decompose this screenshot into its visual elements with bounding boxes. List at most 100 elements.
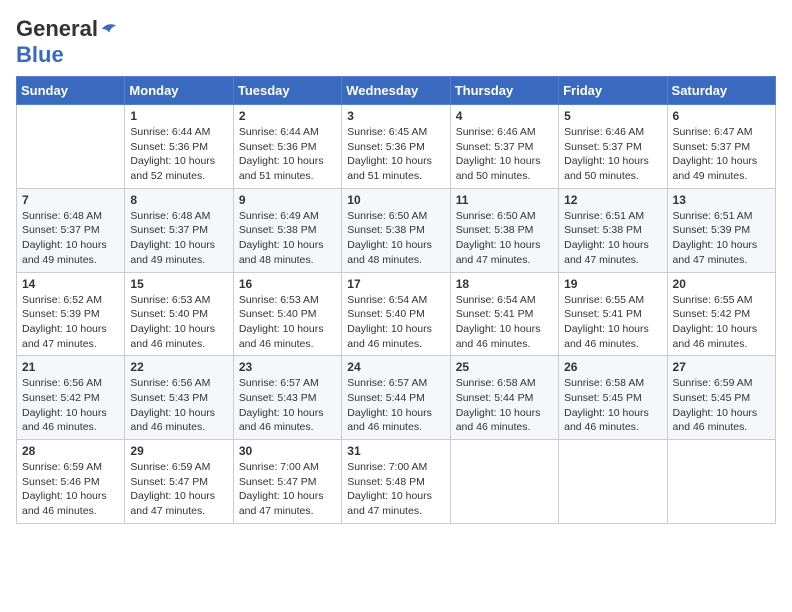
calendar-cell: 22 Sunrise: 6:56 AM Sunset: 5:43 PM Dayli…	[125, 356, 233, 440]
day-number: 26	[564, 360, 661, 374]
calendar-cell: 4Sunrise: 6:46 AM Sunset: 5:37 PM Daylig…	[450, 105, 558, 189]
day-info: Sunrise: 7:00 AM Sunset: 5:48 PM Dayligh…	[347, 460, 444, 519]
calendar-cell: 16Sunrise: 6:53 AM Sunset: 5:40 PM Dayli…	[233, 272, 341, 356]
calendar-cell: 19Sunrise: 6:55 AM Sunset: 5:41 PM Dayli…	[559, 272, 667, 356]
day-info: Sunrise: 6:47 AM Sunset: 5:37 PM Dayligh…	[673, 125, 770, 184]
calendar-cell	[450, 440, 558, 524]
day-number: 13	[673, 193, 770, 207]
day-info: Sunrise: 6:56 AM Sunset: 5:42 PM Dayligh…	[22, 376, 119, 435]
day-info: Sunrise: 6:57 AM Sunset: 5:44 PM Dayligh…	[347, 376, 444, 435]
calendar-cell: 29 Sunrise: 6:59 AM Sunset: 5:47 PM Dayli…	[125, 440, 233, 524]
calendar-week-row: 7 Sunrise: 6:48 AM Sunset: 5:37 PM Daylig…	[17, 188, 776, 272]
day-number: 2	[239, 109, 336, 123]
day-info: Sunrise: 6:57 AM Sunset: 5:43 PM Dayligh…	[239, 376, 336, 435]
day-number: 28	[22, 444, 119, 458]
calendar-week-row: 14Sunrise: 6:52 AM Sunset: 5:39 PM Dayli…	[17, 272, 776, 356]
column-header-monday: Monday	[125, 77, 233, 105]
calendar-cell: 7 Sunrise: 6:48 AM Sunset: 5:37 PM Daylig…	[17, 188, 125, 272]
day-number: 5	[564, 109, 661, 123]
day-info: Sunrise: 6:46 AM Sunset: 5:37 PM Dayligh…	[564, 125, 661, 184]
day-number: 20	[673, 277, 770, 291]
page-header: General Blue	[16, 16, 776, 68]
calendar-cell: 10 Sunrise: 6:50 AM Sunset: 5:38 PM Dayli…	[342, 188, 450, 272]
calendar-week-row: 21 Sunrise: 6:56 AM Sunset: 5:42 PM Dayli…	[17, 356, 776, 440]
column-header-wednesday: Wednesday	[342, 77, 450, 105]
calendar-cell: 18 Sunrise: 6:54 AM Sunset: 5:41 PM Dayli…	[450, 272, 558, 356]
day-info: Sunrise: 6:49 AM Sunset: 5:38 PM Dayligh…	[239, 209, 336, 268]
column-header-friday: Friday	[559, 77, 667, 105]
day-info: Sunrise: 6:59 AM Sunset: 5:45 PM Dayligh…	[673, 376, 770, 435]
day-info: Sunrise: 6:56 AM Sunset: 5:43 PM Dayligh…	[130, 376, 227, 435]
calendar-cell: 14Sunrise: 6:52 AM Sunset: 5:39 PM Dayli…	[17, 272, 125, 356]
day-number: 22	[130, 360, 227, 374]
calendar-cell: 21 Sunrise: 6:56 AM Sunset: 5:42 PM Dayli…	[17, 356, 125, 440]
calendar-cell	[559, 440, 667, 524]
day-number: 21	[22, 360, 119, 374]
day-info: Sunrise: 6:45 AM Sunset: 5:36 PM Dayligh…	[347, 125, 444, 184]
column-header-saturday: Saturday	[667, 77, 775, 105]
calendar-cell: 31Sunrise: 7:00 AM Sunset: 5:48 PM Dayli…	[342, 440, 450, 524]
calendar-cell: 26Sunrise: 6:58 AM Sunset: 5:45 PM Dayli…	[559, 356, 667, 440]
day-number: 27	[673, 360, 770, 374]
calendar-week-row: 1 Sunrise: 6:44 AM Sunset: 5:36 PM Daylig…	[17, 105, 776, 189]
calendar-cell: 17 Sunrise: 6:54 AM Sunset: 5:40 PM Dayli…	[342, 272, 450, 356]
calendar-cell	[667, 440, 775, 524]
day-info: Sunrise: 6:53 AM Sunset: 5:40 PM Dayligh…	[239, 293, 336, 352]
day-info: Sunrise: 6:46 AM Sunset: 5:37 PM Dayligh…	[456, 125, 553, 184]
day-info: Sunrise: 7:00 AM Sunset: 5:47 PM Dayligh…	[239, 460, 336, 519]
day-number: 9	[239, 193, 336, 207]
calendar-cell: 2Sunrise: 6:44 AM Sunset: 5:36 PM Daylig…	[233, 105, 341, 189]
day-number: 1	[130, 109, 227, 123]
calendar-cell: 9 Sunrise: 6:49 AM Sunset: 5:38 PM Daylig…	[233, 188, 341, 272]
day-info: Sunrise: 6:54 AM Sunset: 5:41 PM Dayligh…	[456, 293, 553, 352]
day-info: Sunrise: 6:50 AM Sunset: 5:38 PM Dayligh…	[347, 209, 444, 268]
day-info: Sunrise: 6:44 AM Sunset: 5:36 PM Dayligh…	[130, 125, 227, 184]
calendar-cell: 5 Sunrise: 6:46 AM Sunset: 5:37 PM Daylig…	[559, 105, 667, 189]
calendar-cell: 12 Sunrise: 6:51 AM Sunset: 5:38 PM Dayli…	[559, 188, 667, 272]
calendar-header-row: SundayMondayTuesdayWednesdayThursdayFrid…	[17, 77, 776, 105]
day-number: 3	[347, 109, 444, 123]
day-info: Sunrise: 6:48 AM Sunset: 5:37 PM Dayligh…	[22, 209, 119, 268]
logo-bird-icon	[100, 20, 118, 38]
day-number: 11	[456, 193, 553, 207]
day-info: Sunrise: 6:48 AM Sunset: 5:37 PM Dayligh…	[130, 209, 227, 268]
calendar-cell: 24 Sunrise: 6:57 AM Sunset: 5:44 PM Dayli…	[342, 356, 450, 440]
day-info: Sunrise: 6:52 AM Sunset: 5:39 PM Dayligh…	[22, 293, 119, 352]
day-number: 17	[347, 277, 444, 291]
day-number: 12	[564, 193, 661, 207]
calendar-cell: 1 Sunrise: 6:44 AM Sunset: 5:36 PM Daylig…	[125, 105, 233, 189]
calendar-cell: 3 Sunrise: 6:45 AM Sunset: 5:36 PM Daylig…	[342, 105, 450, 189]
day-number: 7	[22, 193, 119, 207]
day-info: Sunrise: 6:50 AM Sunset: 5:38 PM Dayligh…	[456, 209, 553, 268]
day-number: 18	[456, 277, 553, 291]
calendar-cell: 23 Sunrise: 6:57 AM Sunset: 5:43 PM Dayli…	[233, 356, 341, 440]
column-header-thursday: Thursday	[450, 77, 558, 105]
day-info: Sunrise: 6:51 AM Sunset: 5:38 PM Dayligh…	[564, 209, 661, 268]
calendar-cell: 15Sunrise: 6:53 AM Sunset: 5:40 PM Dayli…	[125, 272, 233, 356]
day-number: 24	[347, 360, 444, 374]
day-number: 25	[456, 360, 553, 374]
day-info: Sunrise: 6:54 AM Sunset: 5:40 PM Dayligh…	[347, 293, 444, 352]
day-number: 19	[564, 277, 661, 291]
day-number: 10	[347, 193, 444, 207]
logo-blue-text: Blue	[16, 42, 64, 67]
day-number: 6	[673, 109, 770, 123]
calendar-week-row: 28Sunrise: 6:59 AM Sunset: 5:46 PM Dayli…	[17, 440, 776, 524]
day-number: 23	[239, 360, 336, 374]
day-info: Sunrise: 6:59 AM Sunset: 5:47 PM Dayligh…	[130, 460, 227, 519]
calendar-table: SundayMondayTuesdayWednesdayThursdayFrid…	[16, 76, 776, 524]
calendar-cell: 30Sunrise: 7:00 AM Sunset: 5:47 PM Dayli…	[233, 440, 341, 524]
column-header-tuesday: Tuesday	[233, 77, 341, 105]
calendar-cell: 25Sunrise: 6:58 AM Sunset: 5:44 PM Dayli…	[450, 356, 558, 440]
logo-general-text: General	[16, 16, 98, 42]
day-info: Sunrise: 6:51 AM Sunset: 5:39 PM Dayligh…	[673, 209, 770, 268]
day-info: Sunrise: 6:53 AM Sunset: 5:40 PM Dayligh…	[130, 293, 227, 352]
day-number: 8	[130, 193, 227, 207]
calendar-cell: 6 Sunrise: 6:47 AM Sunset: 5:37 PM Daylig…	[667, 105, 775, 189]
calendar-cell: 28Sunrise: 6:59 AM Sunset: 5:46 PM Dayli…	[17, 440, 125, 524]
calendar-cell: 13 Sunrise: 6:51 AM Sunset: 5:39 PM Dayli…	[667, 188, 775, 272]
calendar-cell	[17, 105, 125, 189]
day-number: 29	[130, 444, 227, 458]
calendar-cell: 11 Sunrise: 6:50 AM Sunset: 5:38 PM Dayli…	[450, 188, 558, 272]
day-info: Sunrise: 6:55 AM Sunset: 5:42 PM Dayligh…	[673, 293, 770, 352]
